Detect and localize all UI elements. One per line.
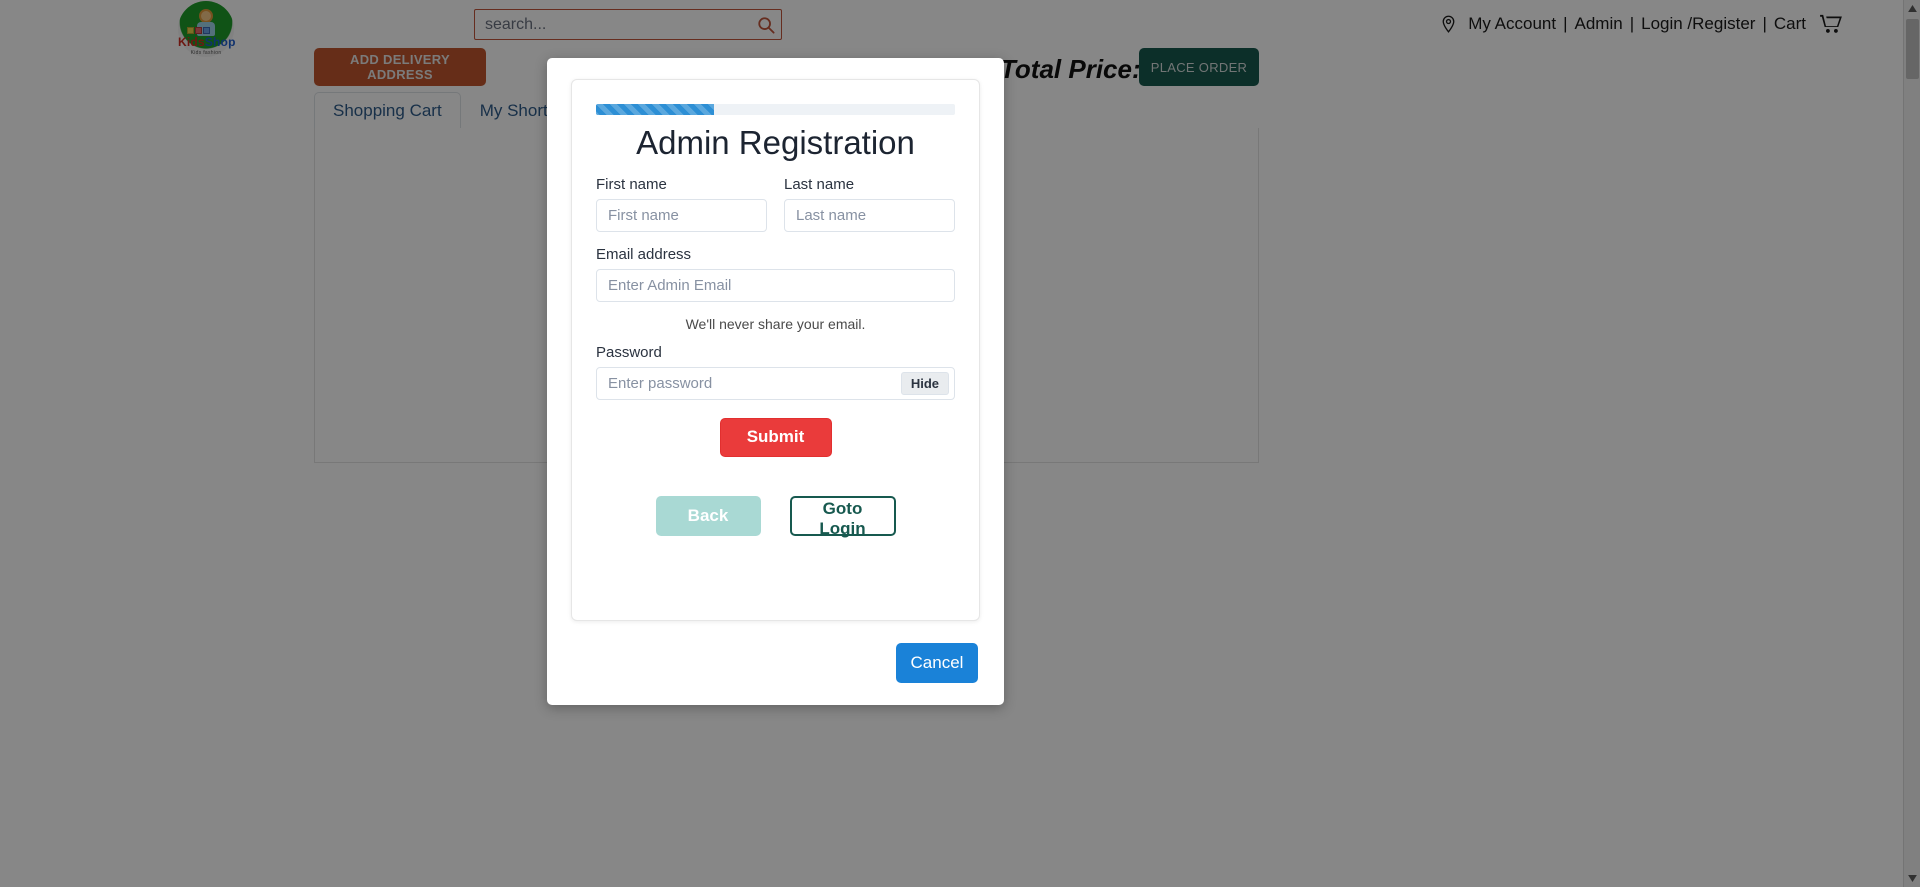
registration-progress-fill: [596, 104, 715, 115]
wizard-nav-row: Back Goto Login: [596, 495, 955, 538]
email-field[interactable]: [596, 268, 955, 302]
cancel-button[interactable]: Cancel: [896, 643, 978, 683]
last-name-input[interactable]: [784, 198, 955, 232]
modal-body: Admin Registration First name Last name …: [547, 58, 1004, 621]
goto-login-button[interactable]: Goto Login: [789, 495, 896, 538]
toggle-password-visibility-button[interactable]: Hide: [900, 371, 949, 395]
email-help-text: We'll never share your email.: [685, 315, 866, 332]
password-input-wrapper: Hide: [596, 366, 955, 400]
first-name-group: First name: [596, 176, 767, 232]
last-name-label: Last name: [784, 175, 855, 193]
password-label: Password: [596, 343, 662, 361]
email-label: Email address: [596, 245, 692, 263]
last-name-group: Last name: [784, 176, 955, 232]
first-name-input[interactable]: [596, 198, 767, 232]
first-name-label: First name: [596, 175, 667, 193]
registration-progress-bar: [596, 104, 955, 115]
submit-button[interactable]: Submit: [719, 417, 832, 457]
back-button[interactable]: Back: [655, 495, 761, 536]
submit-row: Submit: [596, 417, 955, 457]
name-row: First name Last name: [596, 176, 955, 246]
password-group: Password Hide: [596, 344, 955, 400]
registration-card: Admin Registration First name Last name …: [571, 79, 980, 621]
admin-registration-modal: Admin Registration First name Last name …: [547, 58, 1004, 705]
email-group: Email address: [596, 246, 955, 302]
modal-footer: Cancel: [547, 621, 1004, 705]
page-title: Admin Registration: [636, 124, 915, 161]
